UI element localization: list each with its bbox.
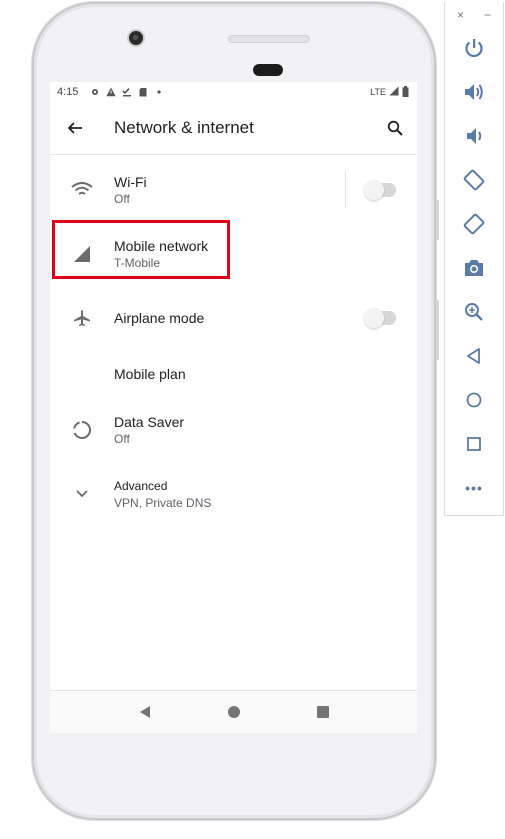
wifi-title: Wi-Fi bbox=[114, 174, 147, 190]
signal-icon bbox=[389, 86, 399, 98]
settings-list: Wi-Fi Off Mobile network T-Mobile Airpla… bbox=[50, 155, 417, 526]
home-icon bbox=[466, 392, 482, 408]
data-saver-icon bbox=[50, 420, 114, 440]
earpiece bbox=[228, 35, 310, 43]
emulator-close-button[interactable]: × bbox=[457, 8, 464, 30]
airplane-mode-toggle[interactable] bbox=[364, 308, 396, 328]
status-bar: 4:15 LTE bbox=[50, 82, 417, 102]
emulator-toolbar: × − ••• bbox=[444, 2, 504, 516]
overview-icon bbox=[467, 437, 481, 451]
volume-up-button[interactable] bbox=[462, 80, 486, 104]
advanced-text: Advanced VPN, Private DNS bbox=[114, 477, 417, 511]
settings-gear-icon bbox=[90, 87, 100, 97]
status-right: LTE bbox=[370, 85, 409, 99]
status-time: 4:15 bbox=[57, 86, 79, 98]
search-button[interactable] bbox=[373, 102, 417, 154]
nav-home-button[interactable] bbox=[222, 700, 246, 724]
emulator-overview-button[interactable] bbox=[462, 432, 486, 456]
device-screen: 4:15 LTE Network & internet Wi-Fi Off Mo… bbox=[50, 82, 417, 733]
app-bar: Network & internet bbox=[50, 102, 417, 155]
emulator-minimize-button[interactable]: − bbox=[484, 8, 491, 30]
rotate-right-icon bbox=[463, 213, 485, 235]
page-title: Network & internet bbox=[114, 118, 254, 137]
back-button[interactable] bbox=[50, 102, 100, 154]
back-icon bbox=[467, 348, 480, 364]
power-icon bbox=[465, 39, 483, 58]
search-icon bbox=[387, 120, 403, 136]
rotate-left-button[interactable] bbox=[462, 168, 486, 192]
volume-up-icon bbox=[465, 84, 483, 100]
sd-card-icon bbox=[138, 87, 148, 97]
emulator-back-button[interactable] bbox=[462, 344, 486, 368]
nav-back-button[interactable] bbox=[133, 700, 157, 724]
wifi-icon bbox=[50, 182, 114, 198]
zoom-button[interactable] bbox=[462, 300, 486, 324]
nav-back-icon bbox=[139, 706, 150, 718]
airplane-icon bbox=[50, 309, 114, 327]
proximity-sensor bbox=[253, 64, 283, 76]
mobile-plan-title: Mobile plan bbox=[114, 366, 186, 382]
more-button[interactable]: ••• bbox=[462, 476, 486, 500]
rotate-right-button[interactable] bbox=[462, 212, 486, 236]
warning-icon bbox=[106, 87, 117, 97]
advanced-title: Advanced bbox=[114, 479, 168, 493]
airplane-mode-title: Airplane mode bbox=[114, 310, 205, 326]
setting-wifi[interactable]: Wi-Fi Off bbox=[50, 158, 417, 222]
wifi-toggle[interactable] bbox=[364, 180, 396, 200]
screenshot-button[interactable] bbox=[462, 256, 486, 280]
chevron-down-icon bbox=[50, 489, 114, 499]
more-icon: ••• bbox=[465, 480, 483, 496]
emulator-home-button[interactable] bbox=[462, 388, 486, 412]
data-saver-subtitle: Off bbox=[114, 432, 130, 446]
nav-overview-icon bbox=[316, 706, 329, 718]
wifi-text: Wi-Fi Off bbox=[114, 173, 345, 207]
emulator-window-controls: × − bbox=[445, 2, 503, 30]
data-saver-title: Data Saver bbox=[114, 414, 185, 430]
data-saver-text: Data Saver Off bbox=[114, 413, 417, 447]
power-button[interactable] bbox=[462, 36, 486, 60]
volume-down-button[interactable] bbox=[462, 124, 486, 148]
wifi-toggle-area bbox=[345, 158, 417, 222]
setting-advanced[interactable]: Advanced VPN, Private DNS bbox=[50, 462, 417, 526]
battery-icon bbox=[402, 85, 409, 99]
zoom-icon bbox=[465, 303, 483, 321]
setting-airplane-mode[interactable]: Airplane mode bbox=[50, 286, 417, 350]
nav-home-icon bbox=[227, 706, 240, 718]
arrow-back-icon bbox=[67, 122, 82, 134]
volume-down-icon bbox=[467, 128, 482, 144]
airplane-toggle-area bbox=[345, 286, 417, 350]
phone-side-button bbox=[436, 200, 439, 240]
highlight-box bbox=[52, 220, 230, 279]
wifi-subtitle: Off bbox=[114, 192, 130, 206]
front-camera bbox=[129, 31, 143, 45]
nav-overview-button[interactable] bbox=[311, 700, 335, 724]
advanced-subtitle: VPN, Private DNS bbox=[114, 496, 212, 510]
rotate-left-icon bbox=[463, 169, 485, 191]
system-nav-bar bbox=[50, 690, 417, 733]
setting-data-saver[interactable]: Data Saver Off bbox=[50, 398, 417, 462]
camera-icon bbox=[465, 260, 483, 276]
airplane-mode-text: Airplane mode bbox=[114, 309, 345, 327]
setting-mobile-plan[interactable]: Mobile plan bbox=[50, 350, 417, 398]
mobile-plan-text: Mobile plan bbox=[114, 365, 417, 383]
dot-icon bbox=[154, 87, 164, 97]
checklist-icon bbox=[122, 87, 132, 97]
phone-volume-button bbox=[436, 300, 439, 360]
network-type: LTE bbox=[370, 87, 386, 97]
